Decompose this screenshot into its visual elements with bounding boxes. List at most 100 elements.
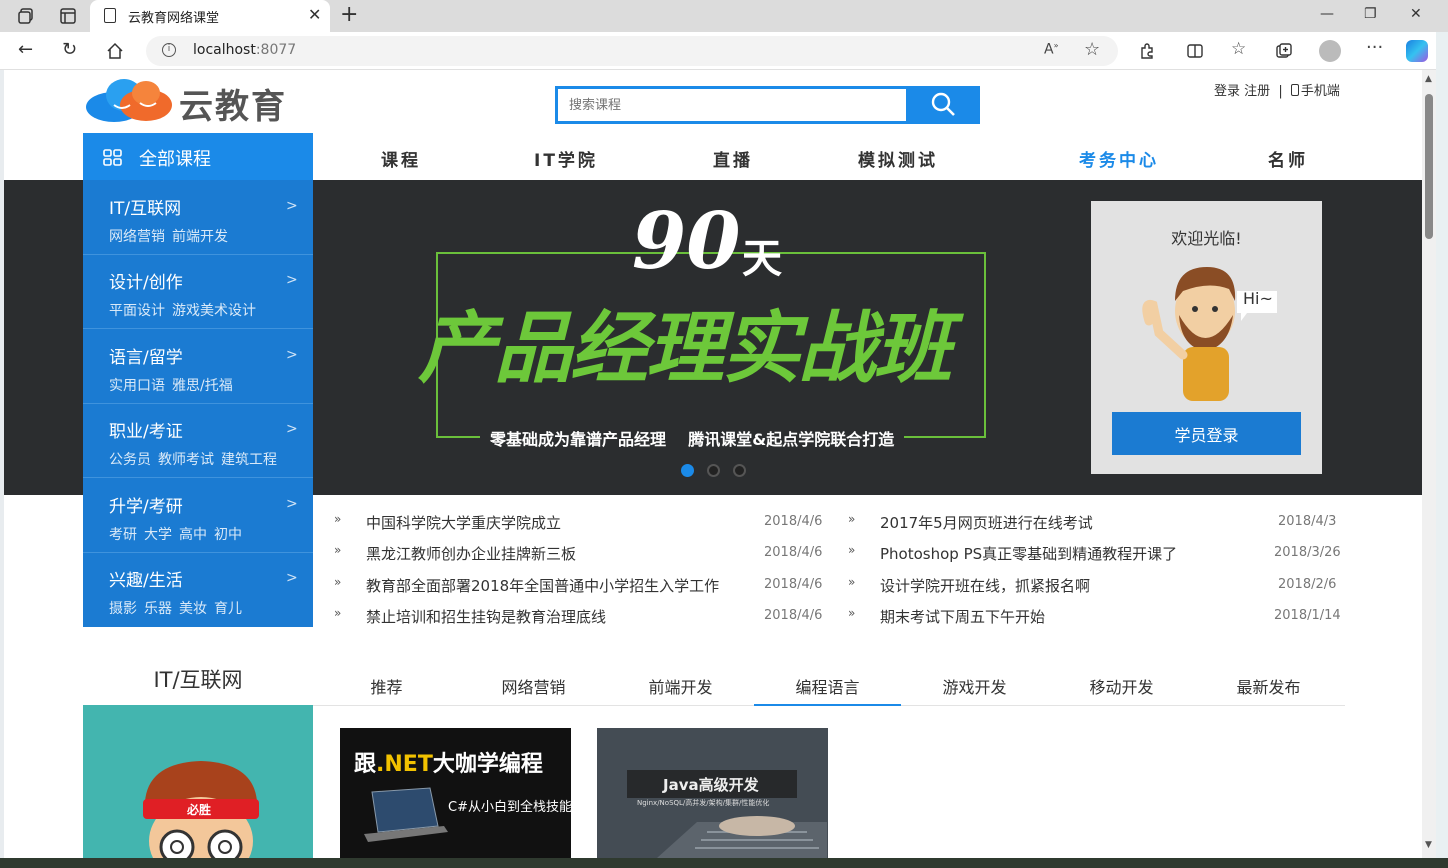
list-item[interactable]: » 2017年5月网页班进行在线考试 2018/4/3 xyxy=(848,510,1336,540)
browser-tab-active[interactable]: 云教育网络课堂 ✕ xyxy=(90,0,330,32)
mobile-link[interactable]: 手机端 xyxy=(1290,84,1340,99)
news-title[interactable]: 黑龙江教师创办企业挂牌新三板 xyxy=(366,543,576,564)
copilot-icon[interactable] xyxy=(1406,40,1428,62)
subcategory-link[interactable]: 大学 xyxy=(144,527,172,543)
sidebar-category-it[interactable]: IT/互联网 > 网络营销 前端开发 xyxy=(83,180,313,255)
sidebar-category-education[interactable]: 升学/考研 > 考研 大学 高中 初中 xyxy=(83,478,313,553)
carousel-dot-1[interactable] xyxy=(681,464,694,477)
subcategory-link[interactable]: 乐器 xyxy=(144,601,172,617)
tab-recommended[interactable]: 推荐 xyxy=(313,674,460,698)
news-title[interactable]: Photoshop PS真正零基础到精通教程开课了 xyxy=(880,543,1177,564)
list-item[interactable]: » 中国科学院大学重庆学院成立 2018/4/6 xyxy=(334,510,822,540)
section-title: IT/互联网 xyxy=(153,668,243,692)
nav-item-mock-test[interactable]: 模拟测试 xyxy=(858,146,938,171)
tab-marketing[interactable]: 网络营销 xyxy=(460,674,607,698)
subcategory-link[interactable]: 美妆 xyxy=(179,601,207,617)
subcategory-link[interactable]: 公务员 xyxy=(109,452,151,468)
restore-icon[interactable]: ❐ xyxy=(1364,6,1377,22)
split-screen-icon[interactable] xyxy=(1186,42,1204,60)
course-card-dotnet[interactable]: 跟.NET大咖学编程 C#从小白到全栈技能 xyxy=(340,728,571,858)
subcategory-link[interactable]: 建筑工程 xyxy=(221,452,277,468)
sidebar-category-language[interactable]: 语言/留学 > 实用口语 雅思/托福 xyxy=(83,329,313,404)
subcategory-link[interactable]: 平面设计 xyxy=(109,303,165,319)
tab-game-dev[interactable]: 游戏开发 xyxy=(901,674,1048,698)
news-title[interactable]: 禁止培训和招生挂钩是教育治理底线 xyxy=(366,606,606,627)
workspaces-icon[interactable] xyxy=(16,6,36,26)
scroll-thumb[interactable] xyxy=(1425,94,1433,239)
subcategory-link[interactable]: 前端开发 xyxy=(172,229,228,245)
tab-mobile-dev[interactable]: 移动开发 xyxy=(1048,674,1195,698)
nav-item-it-college[interactable]: IT学院 xyxy=(534,146,598,171)
subcategory-link[interactable]: 网络营销 xyxy=(109,229,165,245)
read-aloud-icon[interactable]: A» xyxy=(1044,41,1058,58)
subcategory-link[interactable]: 高中 xyxy=(179,527,207,543)
course-card-java[interactable]: Java高级开发 Nginx/NoSQL/高并发/架构/集群/性能优化 xyxy=(597,728,828,858)
search-icon xyxy=(931,92,955,116)
list-item[interactable]: » 禁止培训和招生挂钩是教育治理底线 2018/4/6 xyxy=(334,604,822,634)
scroll-down-icon[interactable]: ▼ xyxy=(1425,840,1432,850)
category-title[interactable]: 语言/留学 xyxy=(109,343,183,368)
category-title[interactable]: 职业/考证 xyxy=(109,417,183,442)
tab-programming[interactable]: 编程语言 xyxy=(754,674,901,706)
nav-item-live[interactable]: 直播 xyxy=(713,146,753,171)
favorites-icon[interactable]: ☆ xyxy=(1231,39,1246,59)
sidebar-category-hobby[interactable]: 兴趣/生活 > 摄影 乐器 美妆 育儿 xyxy=(83,552,313,627)
login-link[interactable]: 登录 xyxy=(1214,84,1240,99)
list-item[interactable]: » 设计学院开班在线，抓紧报名啊 2018/2/6 xyxy=(848,573,1336,603)
list-item[interactable]: » Photoshop PS真正零基础到精通教程开课了 2018/3/26 xyxy=(848,541,1341,571)
sidebar-header[interactable]: 全部课程 xyxy=(83,133,313,180)
news-title[interactable]: 中国科学院大学重庆学院成立 xyxy=(366,512,561,533)
subcategory-link[interactable]: 实用口语 xyxy=(109,378,165,394)
section-promo-image[interactable]: 必胜 xyxy=(83,705,313,858)
new-tab-icon[interactable]: + xyxy=(340,2,358,27)
sidebar-category-career[interactable]: 职业/考证 > 公务员 教师考试 建筑工程 xyxy=(83,403,313,478)
category-title[interactable]: 升学/考研 xyxy=(109,492,183,517)
refresh-icon[interactable]: ↻ xyxy=(62,39,77,60)
url-field[interactable]: i localhost:8077 A» ☆ xyxy=(146,36,1118,66)
subcategory-link[interactable]: 初中 xyxy=(214,527,242,543)
category-title[interactable]: IT/互联网 xyxy=(109,194,181,219)
list-item[interactable]: » 期末考试下周五下午开始 2018/1/14 xyxy=(848,604,1341,634)
scroll-up-icon[interactable]: ▲ xyxy=(1425,74,1432,84)
register-link[interactable]: 注册 xyxy=(1244,84,1270,99)
subcategory-link[interactable]: 游戏美术设计 xyxy=(172,303,256,319)
list-item[interactable]: » 黑龙江教师创办企业挂牌新三板 2018/4/6 xyxy=(334,541,822,571)
sidebar-category-design[interactable]: 设计/创作 > 平面设计 游戏美术设计 xyxy=(83,254,313,329)
collections-icon[interactable] xyxy=(1275,42,1293,60)
site-info-icon[interactable]: i xyxy=(162,43,176,57)
subcategory-link[interactable]: 雅思/托福 xyxy=(172,378,233,394)
carousel-dot-3[interactable] xyxy=(733,464,746,477)
search-button[interactable] xyxy=(906,86,980,124)
nav-item-teachers[interactable]: 名师 xyxy=(1268,146,1308,171)
subcategory-link[interactable]: 摄影 xyxy=(109,601,137,617)
profile-avatar[interactable] xyxy=(1319,40,1341,62)
news-title[interactable]: 2017年5月网页班进行在线考试 xyxy=(880,512,1093,533)
favorite-star-icon[interactable]: ☆ xyxy=(1084,39,1100,60)
close-window-icon[interactable]: ✕ xyxy=(1410,6,1422,22)
subcategory-link[interactable]: 育儿 xyxy=(214,601,242,617)
more-menu-icon[interactable]: ··· xyxy=(1366,37,1383,58)
tab-actions-icon[interactable] xyxy=(58,6,78,26)
extensions-icon[interactable] xyxy=(1138,42,1156,60)
close-tab-icon[interactable]: ✕ xyxy=(308,5,321,24)
nav-item-exam-center[interactable]: 考务中心 xyxy=(1079,146,1159,171)
nav-item-courses[interactable]: 课程 xyxy=(381,146,421,171)
subcategory-link[interactable]: 考研 xyxy=(109,527,137,543)
tab-latest[interactable]: 最新发布 xyxy=(1195,674,1342,698)
news-title[interactable]: 设计学院开班在线，抓紧报名啊 xyxy=(880,575,1090,596)
minimize-icon[interactable]: — xyxy=(1320,6,1334,22)
news-title[interactable]: 期末考试下周五下午开始 xyxy=(880,606,1045,627)
page-scrollbar[interactable]: ▲ ▼ xyxy=(1422,70,1436,858)
search-input[interactable] xyxy=(555,86,906,124)
category-title[interactable]: 兴趣/生活 xyxy=(109,566,183,591)
student-login-button[interactable]: 学员登录 xyxy=(1112,412,1301,455)
list-item[interactable]: » 教育部全面部署2018年全国普通中小学招生入学工作 2018/4/6 xyxy=(334,573,822,603)
tab-frontend[interactable]: 前端开发 xyxy=(607,674,754,698)
site-logo[interactable]: 云教育 xyxy=(84,75,304,127)
carousel-dot-2[interactable] xyxy=(707,464,720,477)
subcategory-link[interactable]: 教师考试 xyxy=(158,452,214,468)
back-icon[interactable]: ← xyxy=(18,39,33,60)
news-title[interactable]: 教育部全面部署2018年全国普通中小学招生入学工作 xyxy=(366,575,719,596)
category-title[interactable]: 设计/创作 xyxy=(109,268,183,293)
home-icon[interactable] xyxy=(106,42,124,60)
